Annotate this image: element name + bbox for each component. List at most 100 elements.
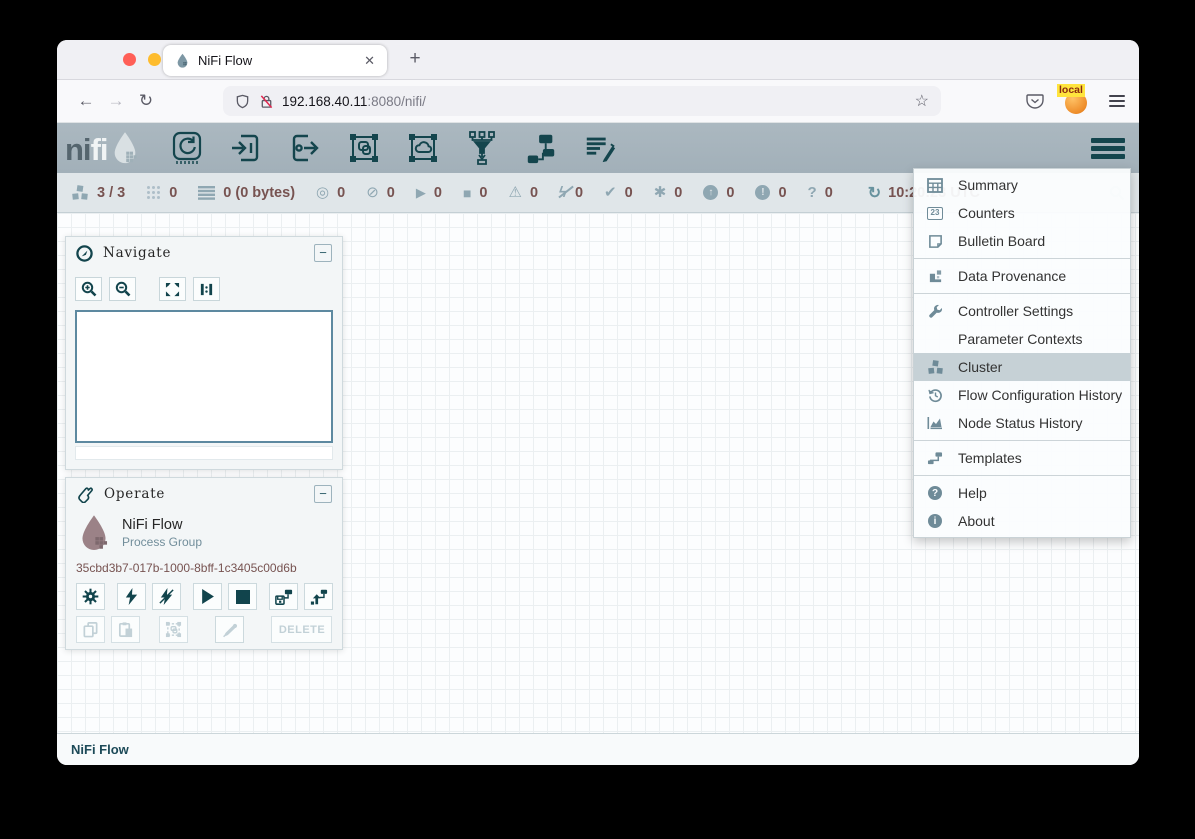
stop-button[interactable]: [228, 583, 257, 610]
url-host: 192.168.40.11: [282, 94, 367, 109]
birdseye-handle[interactable]: [75, 446, 333, 460]
fill-color-button[interactable]: [215, 616, 244, 643]
nifi-global-menu-icon[interactable]: [1091, 138, 1125, 159]
stopped-stat: ■0: [463, 185, 488, 201]
close-window-button[interactable]: [123, 53, 136, 66]
data-provenance-icon: [926, 269, 944, 284]
save-template-button[interactable]: [269, 583, 298, 610]
tab-close-icon[interactable]: ✕: [364, 53, 375, 69]
hand-glove-icon: [76, 485, 94, 503]
active-threads-stat: 0: [146, 185, 177, 201]
selected-flow-type: Process Group: [122, 535, 202, 549]
zoom-actual-button[interactable]: [193, 277, 220, 301]
up-to-date-icon: ✔: [604, 185, 617, 200]
nifi-logo-drop-icon: [110, 131, 140, 165]
menu-item-controller-settings[interactable]: Controller Settings: [914, 297, 1130, 325]
breadcrumb-root-link[interactable]: NiFi Flow: [71, 742, 129, 757]
input-port-drag-icon[interactable]: [229, 130, 263, 166]
browser-tab[interactable]: NiFi Flow ✕: [163, 45, 387, 76]
navigate-collapse-button[interactable]: −: [314, 244, 332, 262]
pocket-icon[interactable]: [1025, 91, 1045, 111]
menu-item-cluster[interactable]: Cluster: [914, 353, 1130, 381]
birdseye-view[interactable]: [75, 310, 333, 443]
copy-button[interactable]: [76, 616, 105, 643]
navigate-panel: Navigate −: [65, 236, 343, 470]
url-bar[interactable]: 192.168.40.11:8080/nifi/ ☆: [223, 86, 941, 116]
remote-process-group-drag-icon[interactable]: [406, 130, 440, 166]
menu-item-bulletin-board[interactable]: Bulletin Board: [914, 227, 1130, 255]
forward-icon[interactable]: →: [101, 91, 131, 111]
group-selection-button[interactable]: [159, 616, 188, 643]
process-group-drag-icon[interactable]: [347, 130, 381, 166]
locally-modified-icon: ✱: [654, 185, 667, 200]
menu-item-about[interactable]: i About: [914, 507, 1130, 535]
back-icon[interactable]: ←: [71, 91, 101, 111]
zoom-out-button[interactable]: [109, 277, 136, 301]
nifi-header: nifi: [57, 123, 1139, 173]
enable-button[interactable]: [117, 583, 146, 610]
bookmark-star-icon[interactable]: ☆: [915, 91, 929, 111]
start-button[interactable]: [193, 583, 222, 610]
menu-item-templates[interactable]: Templates: [914, 444, 1130, 472]
refresh-icon[interactable]: ↻: [868, 183, 881, 203]
configuration-button[interactable]: [76, 583, 105, 610]
reload-icon[interactable]: ↻: [131, 91, 161, 111]
menu-item-help[interactable]: ? Help: [914, 479, 1130, 507]
url-path: :8080/nifi/: [367, 94, 426, 109]
navigate-title: Navigate: [103, 245, 171, 261]
processor-drag-icon[interactable]: [170, 130, 204, 166]
menu-item-counters[interactable]: 23 Counters: [914, 199, 1130, 227]
stale-icon: ↑: [703, 185, 718, 200]
stopped-icon: ■: [463, 186, 471, 200]
nifi-favicon: [175, 53, 190, 68]
template-drag-icon[interactable]: [524, 130, 558, 166]
minimize-window-button[interactable]: [148, 53, 161, 66]
selected-component: NiFi Flow Process Group: [76, 514, 332, 552]
upload-template-button[interactable]: [304, 583, 333, 610]
profile-badge: local: [1057, 84, 1085, 97]
cluster-icon: [926, 360, 944, 375]
summary-table-icon: [926, 178, 944, 193]
transmitting-stat: ◎0: [316, 185, 345, 201]
menu-item-node-status-history[interactable]: Node Status History: [914, 409, 1130, 437]
new-tab-button[interactable]: +: [402, 48, 428, 70]
menu-item-parameter-contexts[interactable]: Parameter Contexts: [914, 325, 1130, 353]
locally-modified-stale-stat: !0: [755, 185, 786, 201]
menu-item-flow-configuration-history[interactable]: Flow Configuration History: [914, 381, 1130, 409]
stale-stat: ↑0: [703, 185, 734, 201]
menu-separator: [914, 440, 1130, 441]
menu-separator: [914, 258, 1130, 259]
navigate-header: Navigate −: [66, 237, 342, 269]
cluster-icon: [71, 185, 89, 201]
browser-toolbar: ← → ↻ 192.168.40.11:8080/nifi/ ☆ local: [57, 80, 1139, 123]
menu-item-summary[interactable]: Summary: [914, 171, 1130, 199]
operate-collapse-button[interactable]: −: [314, 485, 332, 503]
funnel-drag-icon[interactable]: [465, 130, 499, 166]
label-drag-icon[interactable]: [583, 130, 617, 166]
info-circle-icon: i: [926, 514, 944, 528]
queued-list-icon: [198, 186, 215, 200]
help-circle-icon: ?: [926, 486, 944, 500]
delete-button-label: DELETE: [279, 624, 325, 636]
browser-menu-icon[interactable]: [1109, 95, 1125, 107]
zoom-fit-button[interactable]: [159, 277, 186, 301]
running-stat: ▶0: [416, 185, 442, 201]
output-port-drag-icon[interactable]: [288, 130, 322, 166]
counters-icon: 23: [926, 207, 944, 220]
process-group-drop-icon: [76, 514, 112, 552]
menu-separator: [914, 293, 1130, 294]
profile-avatar[interactable]: local: [1065, 89, 1089, 113]
insecure-lock-icon[interactable]: [259, 94, 274, 109]
zoom-in-button[interactable]: [75, 277, 102, 301]
delete-button[interactable]: DELETE: [271, 616, 332, 643]
paste-button[interactable]: [111, 616, 140, 643]
shield-icon[interactable]: [235, 94, 250, 109]
sync-failure-stat: ?0: [808, 185, 833, 201]
disabled-icon: ϟ: [559, 185, 567, 200]
operate-header: Operate −: [66, 478, 342, 510]
menu-item-data-provenance[interactable]: Data Provenance: [914, 262, 1130, 290]
browser-window: NiFi Flow ✕ + ← → ↻ 192.168.40.11:8080/n…: [57, 40, 1139, 765]
disable-button[interactable]: [152, 583, 181, 610]
global-menu: Summary 23 Counters Bulletin Board Data …: [913, 168, 1131, 538]
locally-modified-stale-icon: !: [755, 185, 770, 200]
